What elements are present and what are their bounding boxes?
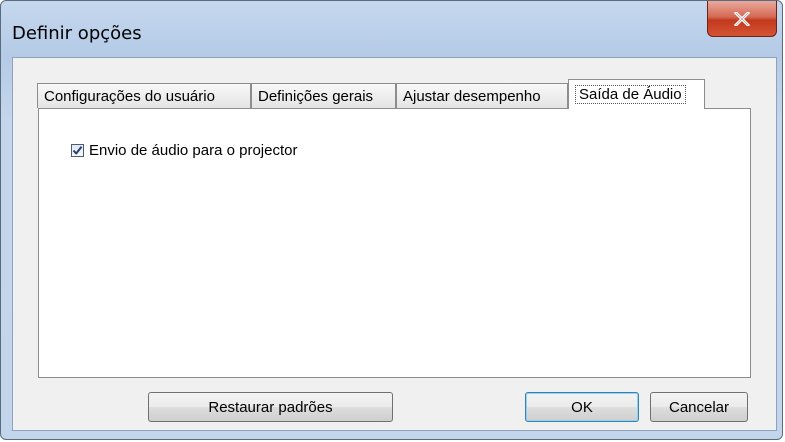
audio-checkbox-row[interactable]: Envio de áudio para o projector (71, 142, 297, 159)
tab-label: Ajustar desempenho (403, 87, 541, 105)
tab-performance[interactable]: Ajustar desempenho (396, 83, 568, 108)
checkmark-icon (72, 146, 83, 155)
title-bar[interactable]: Definir opções (1, 1, 782, 51)
window-title: Definir opções (12, 23, 142, 44)
audio-checkbox[interactable] (71, 144, 84, 157)
tab-audio-output[interactable]: Saída de Áudio (568, 79, 705, 109)
tab-user-settings[interactable]: Configurações do usuário (37, 83, 251, 108)
dialog-client-area: Configurações do usuário Definições gera… (12, 57, 777, 431)
close-icon (734, 11, 750, 26)
tab-panel-audio-output: Envio de áudio para o projector (38, 108, 751, 378)
tab-general-settings[interactable]: Definições gerais (251, 83, 396, 108)
restore-defaults-button[interactable]: Restaurar padrões (148, 392, 393, 422)
audio-checkbox-label[interactable]: Envio de áudio para o projector (89, 142, 297, 159)
cancel-button[interactable]: Cancelar (650, 392, 748, 422)
tab-label: Configurações do usuário (44, 87, 215, 105)
tab-label: Saída de Áudio (575, 85, 686, 104)
tab-label: Definições gerais (258, 87, 374, 105)
ok-button[interactable]: OK (525, 392, 639, 422)
close-button[interactable] (707, 1, 777, 37)
options-dialog: Definir opções Configurações do usuário … (0, 0, 783, 440)
